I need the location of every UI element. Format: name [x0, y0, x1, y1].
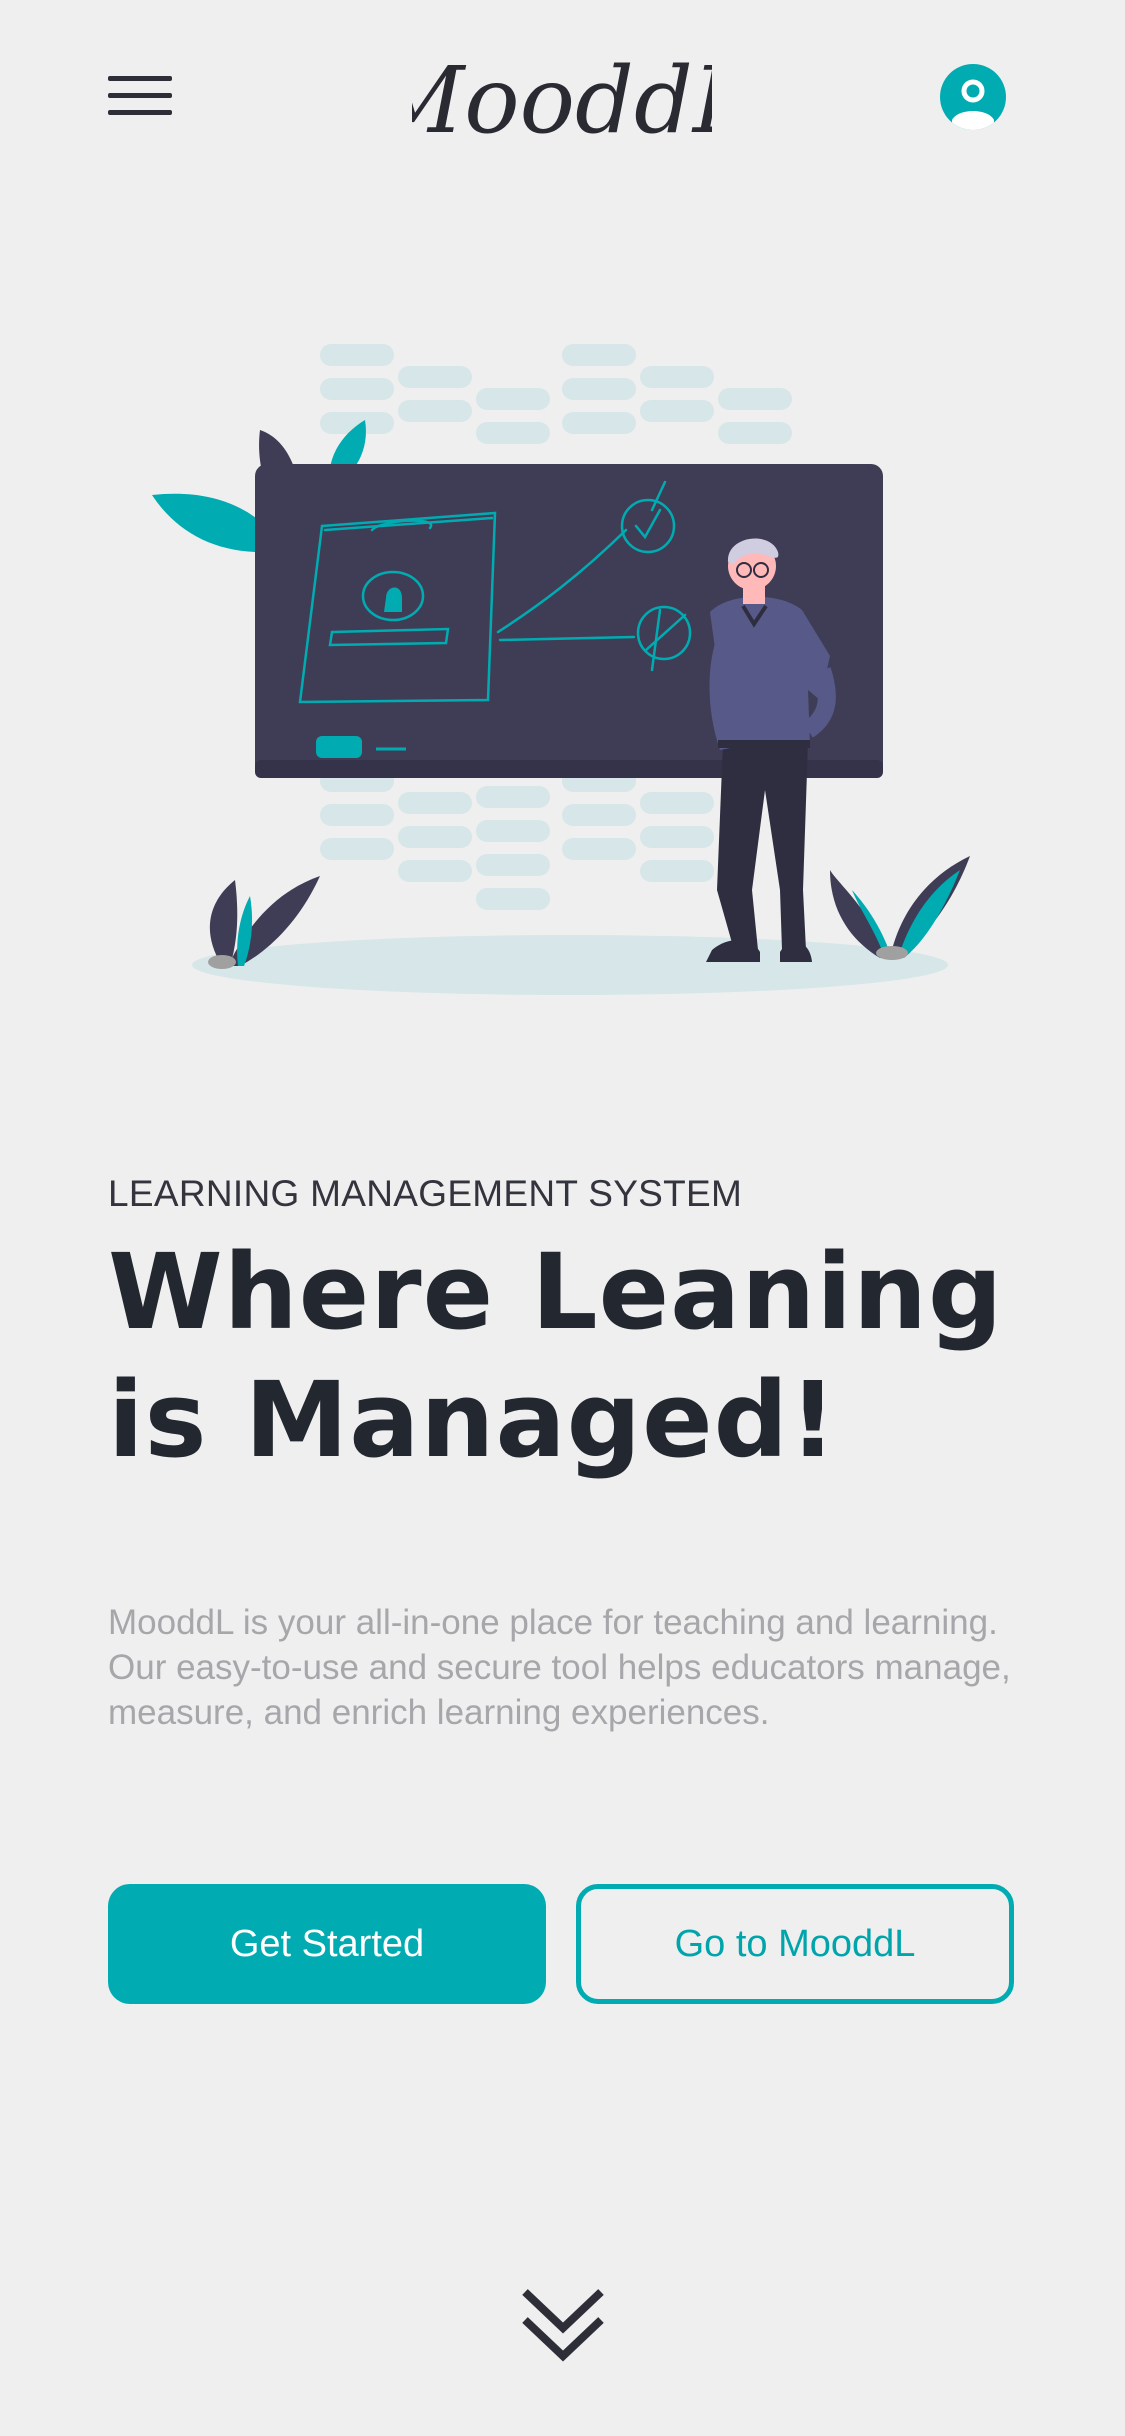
user-glyph	[952, 79, 994, 130]
user-profile-icon[interactable]	[940, 64, 1006, 130]
hero-headline: Where Leaning is Managed!	[108, 1228, 1068, 1484]
eyebrow-label: LEARNING MANAGEMENT SYSTEM	[108, 1173, 743, 1214]
menu-bar-middle	[108, 93, 172, 98]
brand-name: MooddL	[412, 47, 712, 154]
brand-logo[interactable]: MooddL	[368, 40, 754, 160]
menu-bar-bottom	[108, 110, 172, 115]
ground-shadow	[192, 935, 948, 995]
menu-bar-top	[108, 76, 172, 81]
brand-logo-wordmark: MooddL	[368, 47, 754, 154]
go-to-mooddl-button[interactable]: Go to MooddL	[576, 1884, 1014, 2004]
leaf-left-teal	[152, 493, 270, 552]
double-chevron-down-icon[interactable]	[513, 2280, 613, 2370]
get-started-button[interactable]: Get Started	[108, 1884, 546, 2004]
headline-line-1: Where Leaning	[108, 1231, 1004, 1353]
hamburger-menu-icon[interactable]	[100, 68, 172, 124]
plant-right	[830, 856, 970, 960]
hero-description: MooddL is your all-in-one place for teac…	[108, 1603, 1011, 1732]
chevrons-svg	[522, 2289, 604, 2362]
app-header: MooddL	[0, 0, 1125, 200]
teacher-at-chalkboard-illustration	[140, 330, 990, 1010]
hero-illustration-svg	[152, 344, 970, 995]
chalk-eraser	[316, 736, 362, 758]
headline-line-2: is Managed!	[108, 1359, 838, 1481]
